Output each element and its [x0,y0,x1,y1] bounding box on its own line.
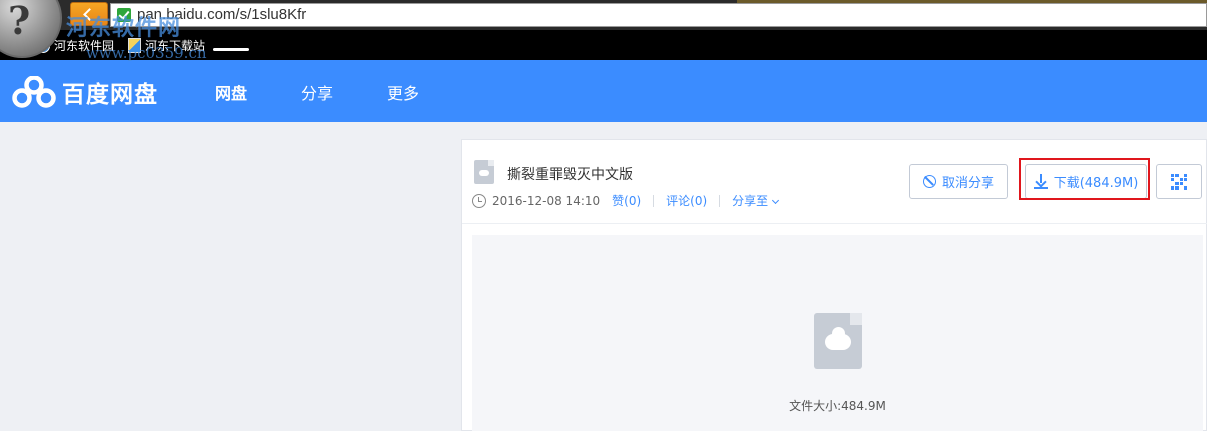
left-pane [0,122,460,431]
share-to-label: 分享至 [732,194,769,208]
file-meta: 2016-12-08 14:10 赞(0) 评论(0) 分享至 [472,192,780,209]
nav-active-indicator [213,48,249,51]
cancel-share-button[interactable]: 取消分享 [909,164,1008,199]
nav-more[interactable]: 更多 [387,80,419,104]
file-title: 撕裂重罪毁灭中文版 [507,167,633,183]
watermark-text: 河东软件网 [66,16,182,41]
watermark-url: www.pc0359.cn [86,44,207,62]
ban-icon [922,175,936,188]
cloud-icon [825,327,851,350]
qr-code-icon [1171,173,1187,190]
baidu-pan-logo[interactable]: 百度网盘 [12,75,158,109]
nav-share[interactable]: 分享 [301,80,333,104]
browser-address-bar: pan.baidu.com/s/1slu8Kfr [0,0,1207,30]
cloud-icon [479,170,489,176]
logo-text: 百度网盘 [62,82,158,108]
share-to-link[interactable]: 分享至 [732,192,780,209]
share-datetime: 2016-12-08 14:10 [492,193,601,208]
nav-pan[interactable]: 网盘 [215,80,247,104]
clock-icon [472,193,486,208]
comment-link[interactable]: 评论(0) [666,192,707,209]
file-preview-area: 文件大小:484.9M [472,235,1203,431]
app-header: 百度网盘 网盘 分享 更多 [0,60,1207,122]
avatar-question-icon: ? [8,0,31,43]
file-icon [474,160,494,184]
download-highlight-box [1019,158,1150,200]
file-large-icon [814,313,862,369]
file-size-label: 文件大小:484.9M [789,399,886,413]
address-field[interactable]: pan.baidu.com/s/1slu8Kfr [110,3,1207,27]
like-link[interactable]: 赞(0) [612,192,641,209]
chevron-down-icon [772,196,780,205]
meta-divider [653,194,655,207]
qr-code-button[interactable] [1156,164,1202,199]
meta-divider [719,194,721,207]
cancel-share-label: 取消分享 [941,176,994,191]
cloud-logo-icon [12,76,56,108]
